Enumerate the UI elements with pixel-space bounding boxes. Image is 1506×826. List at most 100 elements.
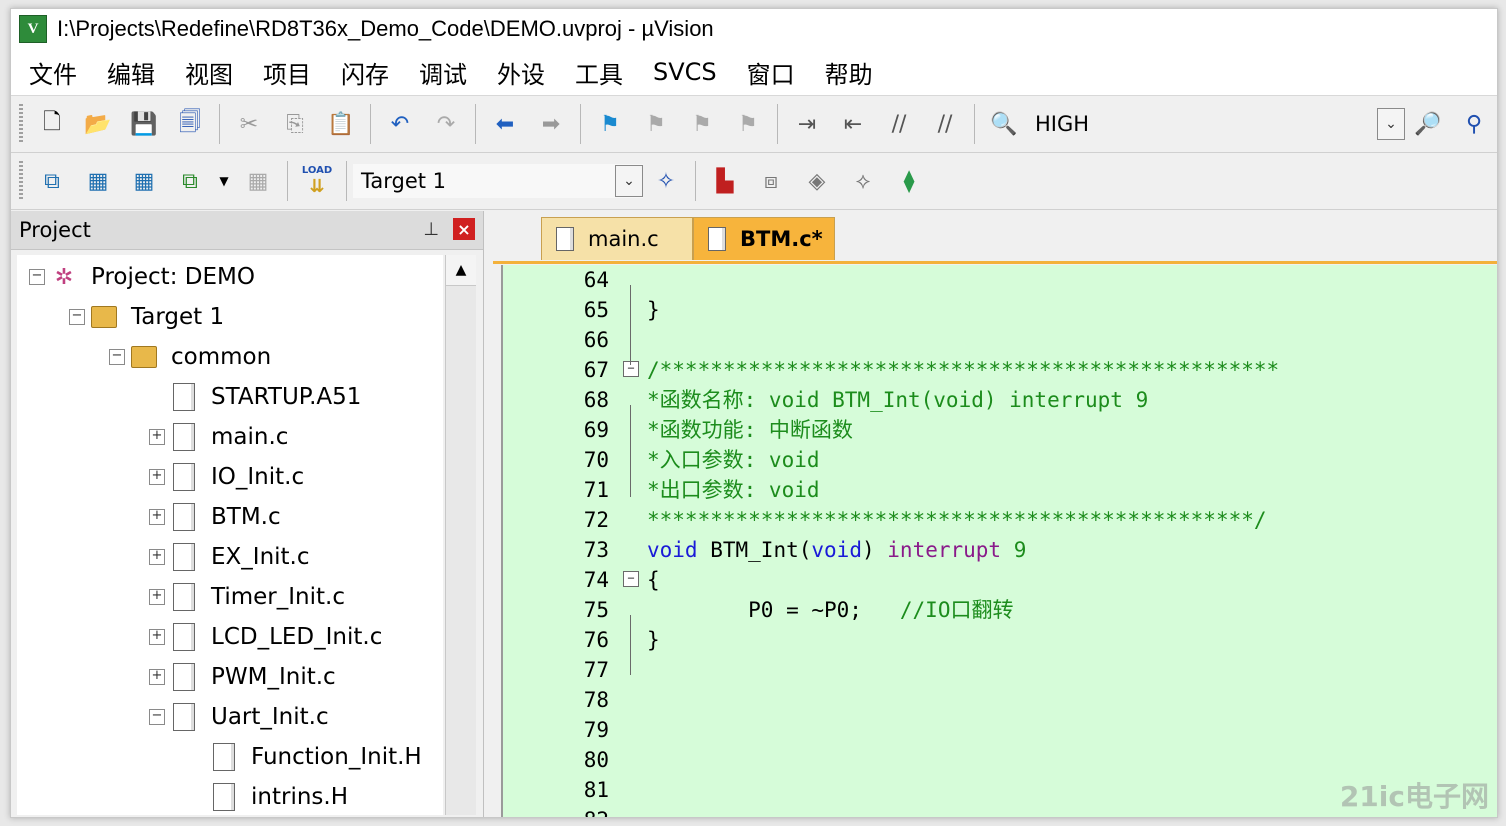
manage-multi-project-icon[interactable]: ⧈	[752, 162, 790, 200]
tree-item[interactable]: + LCD_LED_Init.c	[149, 617, 382, 657]
file-shape	[213, 743, 235, 771]
bookmark-prev-icon[interactable]: ⚑	[637, 105, 675, 143]
open-file-icon[interactable]: 📂	[79, 105, 117, 143]
toolbar-grip[interactable]	[19, 161, 23, 201]
fold-toggle-icon[interactable]: −	[623, 361, 639, 377]
target-options-icon[interactable]: ✧	[647, 162, 685, 200]
paste-icon[interactable]: 📋	[322, 105, 360, 143]
menu-item-8[interactable]: SVCS	[653, 58, 717, 86]
find-combo-text[interactable]: HIGH	[1035, 112, 1089, 136]
target-select[interactable]: Target 1 ⌄	[353, 164, 643, 198]
tree-item[interactable]: + BTM.c	[149, 497, 281, 537]
menu-item-10[interactable]: 帮助	[825, 55, 873, 90]
line-number: 67	[583, 358, 609, 382]
menu-item-5[interactable]: 调试	[419, 55, 467, 90]
pack-installer-icon[interactable]: ⧫	[890, 162, 928, 200]
code-line: 64	[503, 265, 1497, 295]
menu-item-9[interactable]: 窗口	[747, 55, 795, 90]
tree-expander-icon[interactable]: +	[149, 429, 165, 445]
tree-item[interactable]: − common	[109, 337, 271, 377]
batch-dropdown-icon[interactable]: ▼	[217, 162, 231, 200]
tree-expander-icon[interactable]: −	[29, 269, 45, 285]
batch-build-icon[interactable]: ⧉	[171, 162, 209, 200]
build-icon[interactable]: ▦	[79, 162, 117, 200]
bookmark-clear-icon[interactable]: ⚑	[729, 105, 767, 143]
cut-icon[interactable]: ✂	[230, 105, 268, 143]
tree-item[interactable]: Function_Init.H	[189, 737, 422, 777]
target-dropdown-arrow[interactable]: ⌄	[615, 165, 643, 197]
tree-expander-icon[interactable]: +	[149, 549, 165, 565]
comment-icon[interactable]: //	[880, 105, 918, 143]
tree-expander-icon[interactable]: −	[69, 309, 85, 325]
tree-expander-icon[interactable]: +	[149, 629, 165, 645]
tree-expander-icon[interactable]: +	[149, 469, 165, 485]
tree-item[interactable]: + EX_Init.c	[149, 537, 310, 577]
tree-item[interactable]: − Target 1	[69, 297, 224, 337]
file-shape	[173, 543, 195, 571]
menu-item-2[interactable]: 视图	[185, 55, 233, 90]
toolbar-grip[interactable]	[19, 104, 23, 144]
navigate-back-icon[interactable]: ⬅	[486, 105, 524, 143]
tree-expander-icon[interactable]: +	[149, 589, 165, 605]
menu-item-7[interactable]: 工具	[575, 55, 623, 90]
tree-item[interactable]: + Timer_Init.c	[149, 577, 345, 617]
code-line: 67−/************************************…	[503, 355, 1497, 385]
statement: P0 = ~P0;	[748, 598, 862, 622]
tree-item[interactable]: − ✲ Project: DEMO	[29, 257, 255, 297]
code-text: ****************************************…	[647, 505, 1267, 535]
manage-rte-icon[interactable]: ◈	[798, 162, 836, 200]
tree-item[interactable]: + IO_Init.c	[149, 457, 304, 497]
tree-expander-icon[interactable]: −	[109, 349, 125, 365]
toolbar-separator	[580, 104, 581, 144]
fold-toggle-icon[interactable]: −	[623, 571, 639, 587]
navigate-forward-icon[interactable]: ➡	[532, 105, 570, 143]
tree-expander-icon[interactable]: −	[149, 709, 165, 725]
close-icon[interactable]: ×	[453, 218, 475, 240]
unindent-icon[interactable]: ⇤	[834, 105, 872, 143]
copy-icon[interactable]: ⎘	[276, 105, 314, 143]
code-text: *入口参数: void	[647, 445, 820, 475]
uncomment-icon[interactable]: //	[926, 105, 964, 143]
tree-item[interactable]: intrins.H	[189, 777, 348, 815]
download-icon[interactable]: LOAD ⇊	[298, 162, 336, 200]
scroll-up-icon[interactable]: ▲	[446, 255, 476, 286]
menu-item-6[interactable]: 外设	[497, 55, 545, 90]
tree-item[interactable]: + PWM_Init.c	[149, 657, 336, 697]
save-icon[interactable]: 💾	[125, 105, 163, 143]
find-icon[interactable]: 🔎	[1409, 105, 1447, 143]
editor-tab-1[interactable]: BTM.c*	[693, 217, 835, 260]
tree-item[interactable]: − Uart_Init.c	[149, 697, 329, 737]
menu-item-4[interactable]: 闪存	[341, 55, 389, 90]
line-number: 75	[583, 598, 609, 622]
redo-icon[interactable]: ↷	[427, 105, 465, 143]
tree-item[interactable]: STARTUP.A51	[149, 377, 361, 417]
save-all-icon[interactable]: 🗐	[171, 105, 209, 143]
indent-icon[interactable]: ⇥	[788, 105, 826, 143]
undo-icon[interactable]: ↶	[381, 105, 419, 143]
file-extensions-icon[interactable]: ▙	[706, 162, 744, 200]
line-number: 81	[583, 778, 609, 802]
file-icon	[171, 583, 197, 611]
tree-item[interactable]: + main.c	[149, 417, 288, 457]
new-file-icon[interactable]: 🗋	[33, 105, 71, 143]
bookmark-insert-icon[interactable]: ⚑	[591, 105, 629, 143]
menu-item-3[interactable]: 项目	[263, 55, 311, 90]
tree-expander-icon[interactable]: +	[149, 509, 165, 525]
project-tree-scrollbar[interactable]: ▲	[445, 255, 476, 815]
bookmark-next-icon[interactable]: ⚑	[683, 105, 721, 143]
rebuild-icon[interactable]: ▦	[125, 162, 163, 200]
code-text-span: }	[647, 628, 660, 652]
translate-icon[interactable]: ⧉	[33, 162, 71, 200]
menu-item-0[interactable]: 文件	[29, 55, 77, 90]
tree-expander-icon[interactable]: +	[149, 669, 165, 685]
pin-icon[interactable]: ⊥	[423, 219, 439, 240]
editor-tab-0[interactable]: main.c	[541, 217, 693, 260]
select-packs-icon[interactable]: ⟡	[844, 162, 882, 200]
menu-item-1[interactable]: 编辑	[107, 55, 155, 90]
code-text: P0 = ~P0; //IO口翻转	[647, 595, 1013, 625]
incremental-find-icon[interactable]: ⚲	[1455, 105, 1493, 143]
find-combo-dropdown[interactable]: ⌄	[1377, 108, 1405, 140]
find-in-files-icon[interactable]: 🔍	[985, 105, 1023, 143]
code-area[interactable]: 64 65} 66 67−/*****************************…	[501, 265, 1497, 817]
stop-build-icon[interactable]: ▦	[239, 162, 277, 200]
